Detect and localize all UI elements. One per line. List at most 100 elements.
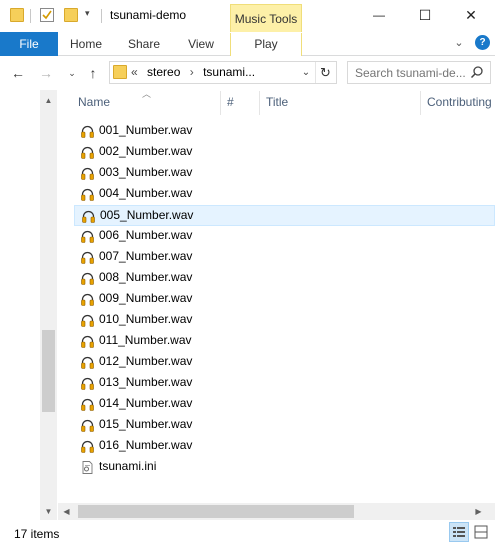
list-item[interactable]: 001_Number.wav [74, 121, 495, 142]
column-divider[interactable] [220, 91, 221, 115]
back-arrow-icon[interactable]: ← [10, 64, 26, 82]
address-dropdown-chevron-icon[interactable]: ⌄ [299, 62, 313, 83]
audio-file-icon [81, 230, 94, 243]
column-divider[interactable] [420, 91, 421, 115]
list-item[interactable]: 015_Number.wav [74, 415, 495, 436]
audio-file-icon [81, 272, 94, 285]
forward-arrow-icon[interactable]: → [38, 64, 54, 82]
navigation-pane [0, 90, 40, 520]
search-box[interactable] [347, 61, 491, 84]
file-name: 016_Number.wav [99, 438, 193, 452]
file-name: 015_Number.wav [99, 417, 193, 431]
file-name: 009_Number.wav [99, 291, 193, 305]
audio-file-icon [81, 146, 94, 159]
folder-icon[interactable] [10, 8, 24, 22]
address-folder-icon [113, 65, 127, 79]
up-arrow-icon[interactable]: ↑ [85, 64, 101, 82]
list-item[interactable]: 002_Number.wav [74, 142, 495, 163]
expand-ribbon-chevron-icon[interactable]: ⌄ [452, 36, 466, 50]
column-header-number[interactable]: # [227, 95, 234, 109]
audio-file-icon [81, 125, 94, 138]
title-divider [101, 9, 102, 23]
breadcrumb-item-stereo[interactable]: stereo [147, 65, 180, 79]
list-item[interactable]: 003_Number.wav [74, 163, 495, 184]
navigation-pane-scrollbar[interactable] [40, 90, 57, 520]
file-name: 012_Number.wav [99, 354, 193, 368]
help-icon[interactable]: ? [475, 35, 490, 50]
list-item[interactable]: 012_Number.wav [74, 352, 495, 373]
scroll-up-arrow-icon[interactable]: ▲ [40, 92, 57, 109]
window-title: tsunami-demo [110, 8, 187, 22]
audio-file-icon [81, 398, 94, 411]
settings-file-icon [82, 461, 93, 474]
list-item[interactable]: 010_Number.wav [74, 310, 495, 331]
audio-file-icon [81, 440, 94, 453]
large-icons-view-button[interactable] [471, 522, 491, 542]
list-item[interactable]: 011_Number.wav [74, 331, 495, 352]
list-item[interactable]: 013_Number.wav [74, 373, 495, 394]
maximize-button[interactable]: ☐ [402, 0, 448, 30]
audio-file-icon [81, 293, 94, 306]
file-name: 007_Number.wav [99, 249, 193, 263]
sort-ascending-caret-icon: ︿ [142, 89, 152, 99]
file-name: tsunami.ini [99, 459, 157, 473]
tab-share[interactable]: Share [122, 32, 166, 56]
audio-file-icon [81, 356, 94, 369]
column-header-name[interactable]: Name [78, 95, 110, 109]
details-view-button[interactable] [449, 522, 469, 542]
list-item[interactable]: 005_Number.wav [74, 205, 495, 226]
refresh-icon[interactable]: ↻ [315, 62, 335, 83]
search-input[interactable] [355, 65, 471, 81]
column-header-title[interactable]: Title [266, 95, 288, 109]
audio-file-icon [81, 419, 94, 432]
list-item[interactable]: tsunami.ini [74, 457, 495, 478]
breadcrumb-item-tsunami[interactable]: tsunami... [203, 65, 255, 79]
audio-file-icon [81, 377, 94, 390]
list-item[interactable]: 014_Number.wav [74, 394, 495, 415]
breadcrumb-separator-icon: › [189, 65, 194, 79]
tab-file[interactable]: File [0, 32, 58, 56]
recent-locations-chevron-icon[interactable]: ⌄ [64, 64, 80, 82]
audio-file-icon [81, 188, 94, 201]
file-name: 006_Number.wav [99, 228, 193, 242]
close-button[interactable]: ✕ [448, 0, 494, 30]
item-count: 17 items [14, 527, 60, 541]
scroll-left-arrow-icon[interactable]: ◀ [58, 503, 75, 520]
file-name: 002_Number.wav [99, 144, 193, 158]
search-icon[interactable] [470, 65, 484, 79]
list-item[interactable]: 004_Number.wav [74, 184, 495, 205]
audio-file-icon [81, 314, 94, 327]
tab-play[interactable]: Play [231, 32, 301, 56]
list-item[interactable]: 016_Number.wav [74, 436, 495, 457]
audio-file-icon [81, 167, 94, 180]
column-divider[interactable] [259, 91, 260, 115]
list-item[interactable]: 008_Number.wav [74, 268, 495, 289]
tab-view[interactable]: View [179, 32, 223, 56]
audio-file-icon [81, 251, 94, 264]
file-name: 008_Number.wav [99, 270, 193, 284]
breadcrumb-overflow[interactable]: « [131, 65, 138, 79]
file-name: 001_Number.wav [99, 123, 193, 137]
navigation-pane-scroll-thumb[interactable] [42, 330, 55, 412]
list-item[interactable]: 006_Number.wav [74, 226, 495, 247]
file-name: 011_Number.wav [99, 333, 192, 347]
properties-icon[interactable] [40, 8, 54, 22]
scroll-right-arrow-icon[interactable]: ▶ [470, 503, 487, 520]
file-name: 005_Number.wav [100, 208, 194, 222]
list-item[interactable]: 009_Number.wav [74, 289, 495, 310]
qat-divider [30, 9, 31, 23]
large-icons-view-icon [474, 525, 488, 539]
details-view-icon [453, 527, 465, 537]
tab-home[interactable]: Home [64, 32, 108, 56]
status-bar [0, 520, 495, 544]
file-name: 004_Number.wav [99, 186, 193, 200]
scroll-down-arrow-icon[interactable]: ▼ [40, 503, 57, 520]
new-folder-icon[interactable] [64, 8, 78, 22]
column-header-contributing[interactable]: Contributing [427, 95, 492, 109]
minimize-button[interactable]: — [356, 0, 402, 30]
audio-file-icon [82, 210, 95, 223]
horizontal-scroll-thumb[interactable] [78, 505, 354, 518]
customize-qat-icon[interactable]: ▾ [85, 8, 90, 19]
list-item[interactable]: 007_Number.wav [74, 247, 495, 268]
file-name: 013_Number.wav [99, 375, 193, 389]
